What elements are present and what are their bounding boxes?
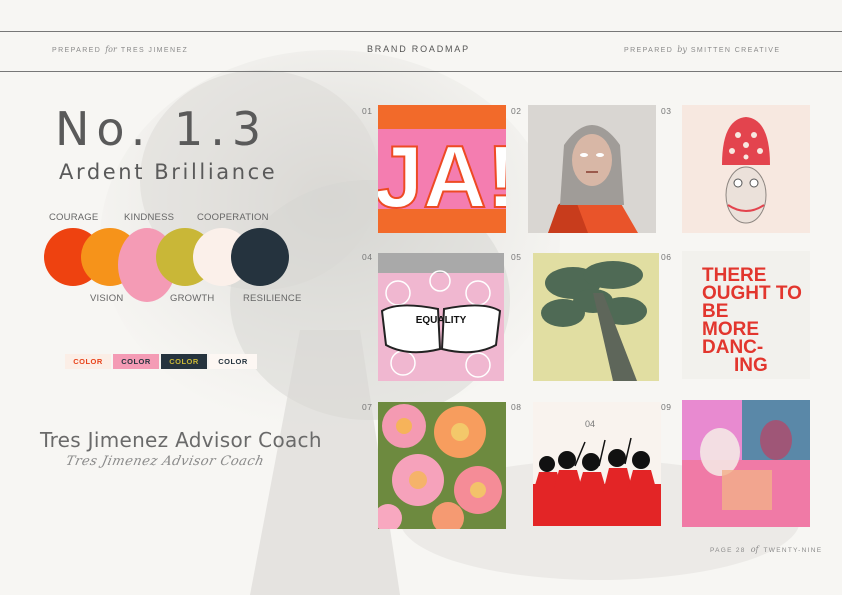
image-number-06: 06 (661, 252, 672, 262)
owl-illustration-image (682, 105, 810, 233)
woman-portrait-image (528, 105, 656, 233)
label-growth: GROWTH (170, 293, 215, 304)
color-tag-pink: COLOR (113, 354, 159, 369)
swatch-resilience (231, 228, 289, 286)
image-number-03: 03 (661, 106, 672, 116)
palette-name: Ardent Brilliance (59, 160, 278, 184)
dancing-poster-image: THERE OUGHT TO BE MORE DANC- ING (682, 251, 810, 379)
label-cooperation: COOPERATION (197, 212, 269, 223)
dancers-number: 04 (585, 419, 595, 429)
image-number-02: 02 (511, 106, 522, 116)
coach-name-script: Tres Jimenez Advisor Coach (64, 454, 266, 469)
color-tag-cream: COLOR (209, 354, 257, 369)
label-vision: VISION (90, 293, 124, 304)
image-number-09: 09 (661, 402, 672, 412)
dahlia-flowers-image (378, 402, 506, 529)
label-kindness: KINDNESS (124, 212, 175, 223)
header-top-rule (0, 31, 842, 32)
poster-line-6: ING (734, 355, 768, 376)
pink-collage-image (682, 400, 810, 527)
page-indicator: PAGE 28 of TWENTY-NINE (710, 545, 823, 554)
label-resilience: RESILIENCE (243, 293, 302, 304)
color-tag-navy: COLOR (161, 354, 207, 369)
color-tag-orange: COLOR (65, 354, 111, 369)
equality-fists-image: EQUALITY (378, 253, 504, 381)
red-dancers-image: 04 (533, 402, 661, 526)
tree-canopy-image (533, 253, 659, 381)
document-title: BRAND ROADMAP (367, 44, 470, 54)
prepared-by: PREPARED by SMITTEN CREATIVE (624, 45, 781, 54)
image-number-01: 01 (362, 106, 373, 116)
equality-text: EQUALITY (416, 315, 467, 326)
header-bottom-rule (0, 71, 842, 72)
ja-poster-text: JA! (378, 127, 506, 226)
label-courage: COURAGE (49, 212, 99, 223)
image-number-05: 05 (511, 252, 522, 262)
prepared-for: PREPARED for TRES JIMENEZ (52, 45, 189, 54)
coach-name-print: Tres Jimenez Advisor Coach (40, 428, 322, 452)
image-number-08: 08 (511, 402, 522, 412)
ja-poster-image: JA! (378, 105, 506, 233)
image-number-07: 07 (362, 402, 373, 412)
palette-number: No. 1.3 (55, 102, 269, 156)
image-number-04: 04 (362, 252, 373, 262)
